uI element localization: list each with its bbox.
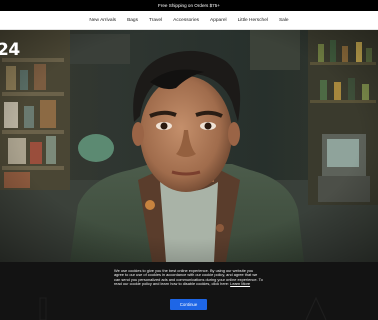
nav-item-new-arrivals[interactable]: New Arrivals (89, 18, 116, 23)
learn-more-link[interactable]: Learn More (230, 281, 250, 286)
cookie-message: We use cookies to give you the best onli… (114, 268, 264, 287)
main-nav: New Arrivals Bags Travel Accessories App… (0, 11, 378, 30)
continue-button[interactable]: Continue (170, 299, 207, 310)
nav-item-little-herschel[interactable]: Little Herschel (238, 18, 268, 23)
hero-photo (0, 30, 378, 262)
nav-item-apparel[interactable]: Apparel (210, 18, 227, 23)
cookie-banner: We use cookies to give you the best onli… (0, 262, 378, 320)
hero-year-text: 24 (0, 40, 20, 60)
nav-item-sale[interactable]: Sale (279, 18, 289, 23)
promo-bar: Free Shipping on Orders $75+ (0, 0, 378, 11)
hero-banner[interactable]: 24 (0, 30, 378, 262)
nav-item-travel[interactable]: Travel (149, 18, 162, 23)
nav-item-bags[interactable]: Bags (127, 18, 138, 23)
nav-item-accessories[interactable]: Accessories (173, 18, 199, 23)
page: Free Shipping on Orders $75+ New Arrival… (0, 0, 378, 320)
promo-text[interactable]: Free Shipping on Orders $75+ (158, 3, 220, 8)
